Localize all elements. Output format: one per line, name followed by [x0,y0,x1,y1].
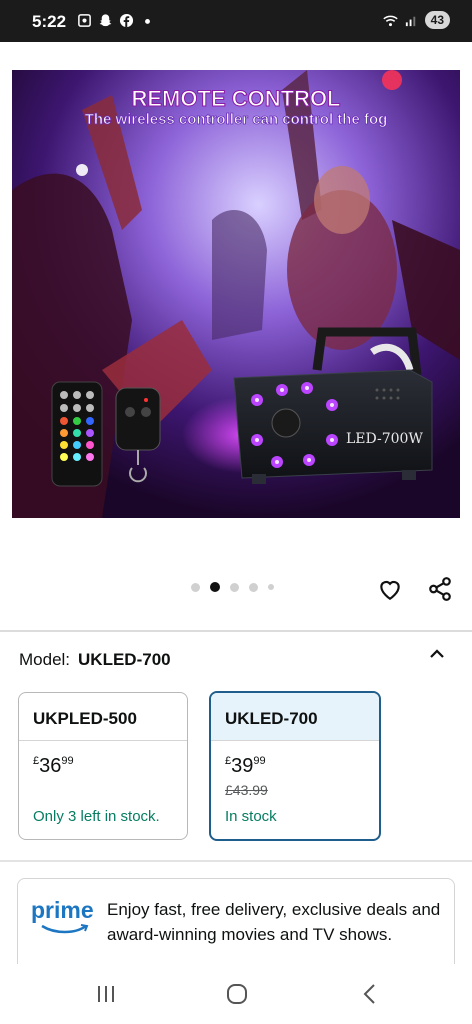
battery-indicator: 43 [424,11,450,29]
share-icon[interactable] [427,576,453,602]
model-value: UKLED-700 [78,650,171,669]
facebook-icon [119,13,134,28]
back-icon[interactable] [358,982,382,1006]
variant-name: UKLED-700 [211,693,379,741]
carousel-dot[interactable] [249,582,258,592]
notification-dot-icon [145,19,150,24]
hero-title: REMOTE CONTROL [131,86,341,112]
carousel-dot-active[interactable] [210,582,220,592]
section-divider [0,630,472,632]
screenshot-icon [78,14,91,27]
system-nav-bar [0,964,472,1024]
variant-name: UKPLED-500 [19,693,187,741]
variant-option-ukpled-500[interactable]: UKPLED-500 £3699 Only 3 left in stock. [18,692,188,840]
stock-status: Only 3 left in stock. [33,808,160,825]
stock-status: In stock [225,808,277,825]
snapchat-icon [99,14,112,27]
status-bar: 5:22 43 [0,0,472,42]
carousel-dot[interactable] [268,584,274,590]
carousel-dot[interactable] [230,582,239,592]
model-row: Model: UKLED-700 [19,650,171,670]
prime-logo: prime [31,897,94,923]
variant-price: £3999 [225,755,266,777]
variant-price: £3699 [33,755,74,777]
wifi-icon [382,15,398,26]
section-divider [0,860,472,862]
variant-was-price: £43.99 [225,782,268,798]
status-notification-icons [77,13,155,28]
carousel-indicator[interactable] [191,582,274,592]
signal-icon [405,16,415,26]
model-label: Model: [19,650,71,669]
device-label: LED-700W [346,431,423,447]
product-image[interactable]: REMOTE CONTROL The wireless controller c… [12,70,460,518]
variant-option-ukled-700[interactable]: UKLED-700 £3999 £43.99 In stock [209,691,381,841]
product-photo-illustration [12,70,460,518]
heart-icon[interactable] [377,576,403,602]
chevron-up-icon[interactable] [428,645,446,663]
prime-text: Enjoy fast, free delivery, exclusive dea… [107,900,441,944]
status-time: 5:22 [32,12,67,31]
carousel-dot[interactable] [191,582,200,592]
recent-apps-icon[interactable] [94,982,118,1006]
home-icon[interactable] [225,982,249,1006]
hero-subtitle: The wireless controller can control the … [84,111,388,129]
prime-smile-icon [41,924,89,934]
